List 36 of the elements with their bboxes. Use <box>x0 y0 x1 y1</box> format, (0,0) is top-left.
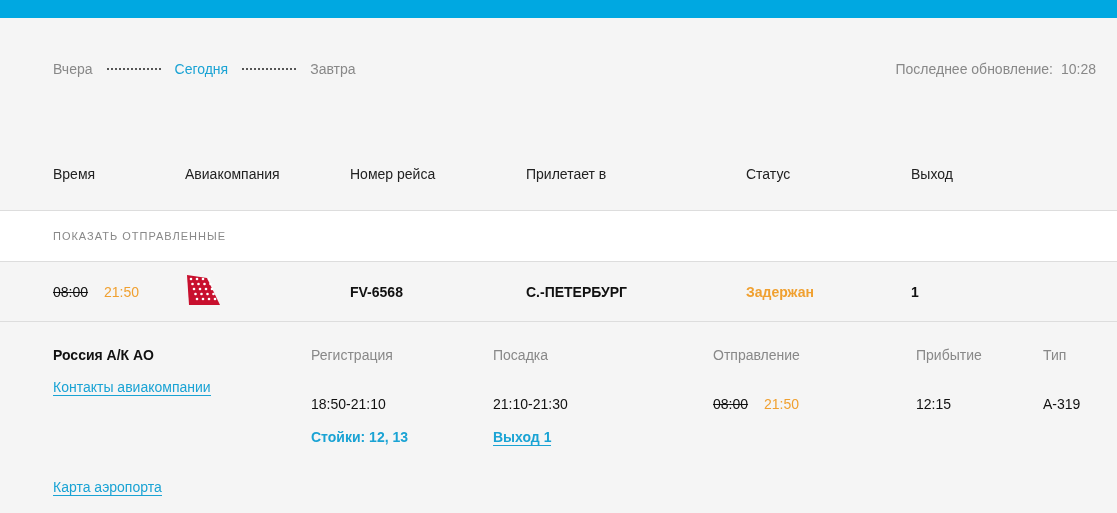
column-header: Выход <box>911 165 954 182</box>
airline-logo-icon <box>185 273 221 306</box>
gate-link[interactable]: Выход 1 <box>493 429 552 446</box>
day-tab[interactable]: Завтра <box>310 61 356 77</box>
detail-heading: Посадка <box>493 347 549 363</box>
flight-status: Задержан <box>746 283 815 300</box>
show-departed-link[interactable]: ПОКАЗАТЬ ОТПРАВЛЕННЫЕ <box>53 230 227 242</box>
airport-map-link[interactable]: Карта аэропорта <box>53 479 162 496</box>
detail-value: A-319 <box>1043 396 1081 412</box>
column-header: Статус <box>746 165 792 182</box>
destination: С.-ПЕТЕРБУРГ <box>526 283 628 300</box>
detail-heading: Регистрация <box>311 347 393 363</box>
airline-name: Россия А/К АО <box>53 347 154 363</box>
detail-value: 21:10-21:30 <box>493 396 568 412</box>
scheduled-time: 08:00 <box>713 396 749 412</box>
actual-time: 21:50 <box>104 283 140 300</box>
scheduled-time: 08:00 <box>53 283 89 300</box>
day-tab[interactable]: Сегодня <box>174 61 229 77</box>
airline-contacts-link[interactable]: Контакты авиакомпании <box>53 379 211 396</box>
detail-value: 18:50-21:10 <box>311 396 386 412</box>
detail-value: 12:15 <box>916 396 952 412</box>
actual-time: 21:50 <box>764 396 800 412</box>
last-update-time: 10:28 <box>1060 61 1096 77</box>
counters-note: Стойки: 12, 13 <box>311 429 409 445</box>
column-header: Прилетает в <box>526 165 608 182</box>
column-header: Авиакомпания <box>185 165 281 182</box>
last-update-label: Последнее обновление: <box>895 61 1053 77</box>
column-header: Номер рейса <box>350 165 437 182</box>
flight-row[interactable]: 08:00 21:50 FV-6568 С.-ПЕТЕРБУРГ Задержан 1 <box>0 261 1117 322</box>
detail-heading: Тип <box>1043 347 1067 363</box>
day-tab[interactable]: Вчера <box>53 61 93 77</box>
detail-heading: Прибытие <box>916 347 982 363</box>
column-header: Время <box>53 165 97 182</box>
detail-heading: Отправление <box>713 347 800 363</box>
gate: 1 <box>911 283 920 300</box>
flight-number: FV-6568 <box>350 283 404 300</box>
